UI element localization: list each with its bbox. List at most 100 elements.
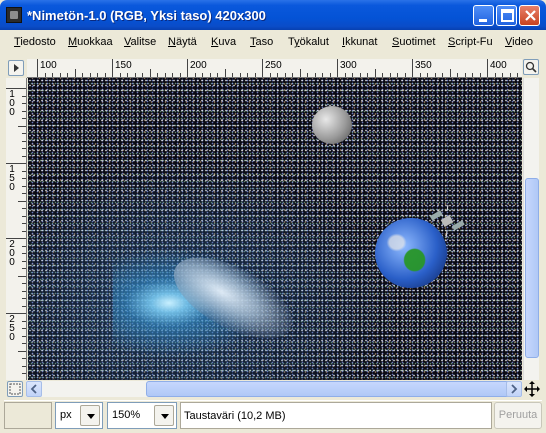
menu-kuva[interactable]: Kuva: [211, 36, 236, 48]
hruler-label: 350: [415, 60, 432, 71]
ruler-tick: [22, 170, 26, 172]
ruler-tick: [389, 73, 391, 77]
hruler-label: 200: [190, 60, 207, 71]
window-title: *Nimetön-1.0 (RGB, Yksi taso) 420x300: [27, 8, 266, 23]
ruler-tick: [22, 148, 26, 149]
ruler-tick: [22, 103, 26, 104]
horizontal-scrollbar[interactable]: [26, 381, 522, 397]
hruler-label: 300: [340, 60, 357, 71]
ruler-tick: [59, 73, 61, 77]
ruler-tick: [104, 73, 106, 77]
image-canvas[interactable]: [28, 78, 522, 380]
pointer-position: [4, 402, 52, 429]
ruler-tick: [427, 73, 428, 77]
ruler-tick: [142, 73, 143, 77]
unit-select[interactable]: px: [55, 402, 103, 429]
status-message-text: Taustaväri (10,2 MB): [184, 410, 286, 422]
menu-taso[interactable]: Taso: [250, 36, 273, 48]
ruler-tick: [247, 73, 248, 77]
vertical-ruler[interactable]: 100 150 200 250: [6, 78, 27, 380]
ruler-tick: [464, 73, 466, 77]
image-menu-button[interactable]: [8, 60, 24, 76]
ruler-tick: [22, 155, 26, 157]
ruler-tick: [179, 73, 181, 77]
vruler-label: 200: [9, 239, 15, 268]
scroll-right-button[interactable]: [506, 381, 522, 397]
menu-valitse[interactable]: Valitse: [124, 36, 156, 48]
ruler-tick: [18, 275, 26, 277]
ruler-tick: [134, 73, 136, 77]
ruler-tick: [22, 298, 26, 299]
ruler-tick: [164, 73, 166, 77]
ruler-tick: [119, 73, 121, 77]
ruler-tick: [67, 73, 68, 77]
zoom-select[interactable]: 150%: [107, 402, 177, 429]
ruler-tick: [299, 69, 301, 77]
ruler-tick: [412, 59, 413, 77]
chevron-down-icon[interactable]: [154, 405, 174, 426]
ruler-tick: [18, 125, 26, 127]
scroll-left-button[interactable]: [26, 381, 42, 397]
zoom-fit-button[interactable]: [523, 59, 539, 75]
ruler-tick: [22, 178, 26, 179]
menu-suotimet[interactable]: Suotimet: [392, 36, 435, 48]
ruler-tick: [502, 73, 503, 77]
menu-script-fu[interactable]: Script-Fu: [448, 36, 493, 48]
status-message: Taustaväri (10,2 MB): [180, 402, 492, 429]
ruler-tick: [149, 69, 151, 77]
ruler-tick: [367, 73, 368, 77]
ruler-tick: [37, 59, 38, 77]
unit-value: px: [60, 409, 72, 421]
menu-muokkaa[interactable]: Muokkaa: [68, 36, 113, 48]
ruler-tick: [194, 73, 196, 77]
ruler-corner-icon: [14, 64, 19, 72]
cancel-button[interactable]: Peruuta: [494, 402, 542, 429]
menu-tyokalut[interactable]: Työkalut: [288, 36, 329, 48]
minimize-button[interactable]: [473, 5, 494, 26]
ruler-tick: [479, 73, 481, 77]
chevron-down-icon[interactable]: [80, 405, 100, 426]
ruler-tick: [22, 253, 26, 254]
ruler-tick: [487, 59, 488, 77]
ruler-tick: [344, 73, 346, 77]
ruler-tick: [457, 73, 458, 77]
horizontal-ruler[interactable]: 100 150 200 250 300 350 400: [27, 59, 522, 78]
ruler-tick: [517, 73, 518, 77]
title-bar[interactable]: *Nimetön-1.0 (RGB, Yksi taso) 420x300: [0, 0, 546, 30]
ruler-tick: [22, 260, 26, 262]
ruler-tick: [419, 73, 421, 77]
horizontal-scroll-thumb[interactable]: [146, 381, 520, 397]
menu-tiedosto[interactable]: Tiedosto: [14, 36, 56, 48]
ruler-tick: [22, 193, 26, 194]
ruler-tick: [509, 73, 511, 77]
ruler-tick: [22, 223, 26, 224]
ruler-tick: [22, 133, 26, 134]
hruler-label: 100: [40, 60, 57, 71]
ruler-tick: [22, 208, 26, 209]
ruler-tick: [172, 73, 173, 77]
ruler-tick: [6, 163, 26, 164]
close-button[interactable]: [519, 5, 540, 26]
ruler-tick: [224, 69, 226, 77]
hruler-label: 150: [115, 60, 132, 71]
menu-video[interactable]: Video: [505, 36, 533, 48]
navigate-icon[interactable]: [524, 381, 540, 397]
vertical-scroll-thumb[interactable]: [525, 178, 539, 358]
maximize-icon: [501, 9, 514, 22]
app-icon: [6, 7, 22, 23]
vruler-label: 150: [9, 164, 15, 193]
quick-mask-button[interactable]: [7, 381, 23, 397]
ruler-tick: [22, 110, 26, 112]
menu-ikkunat[interactable]: Ikkunat: [342, 36, 377, 48]
ruler-tick: [74, 69, 76, 77]
hruler-label: 400: [490, 60, 507, 71]
ruler-tick: [404, 73, 406, 77]
ruler-tick: [434, 73, 436, 77]
vertical-scrollbar[interactable]: [523, 78, 539, 380]
ruler-tick: [442, 73, 443, 77]
chevron-left-icon: [30, 384, 37, 394]
menu-nayta[interactable]: Näytä: [168, 36, 197, 48]
ruler-corner: [6, 59, 26, 78]
maximize-button[interactable]: [496, 5, 517, 26]
ruler-tick: [292, 73, 293, 77]
